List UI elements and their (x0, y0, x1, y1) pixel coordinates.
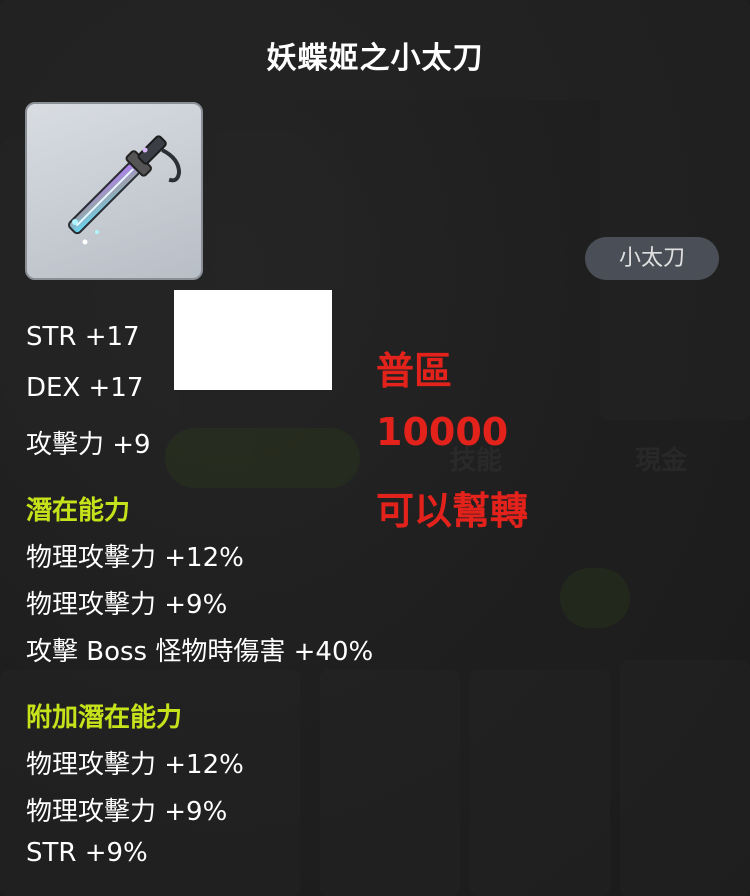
annotation-price: 10000 (376, 410, 509, 454)
potential-line: 攻擊 Boss 怪物時傷害 +40% (26, 637, 374, 667)
bonus-potential-label: 附加潛在能力 (26, 703, 183, 733)
weapon-type-badge: 小太刀 (585, 237, 719, 280)
base-stat-attack: 攻擊力 +9 (26, 430, 151, 460)
redaction-box (174, 290, 332, 390)
item-icon-frame (25, 102, 203, 280)
item-tooltip-screen: 技能 現金 妖蝶姬之小太刀 (0, 0, 750, 896)
sword-icon (67, 135, 182, 245)
annotation-server: 普區 (376, 349, 453, 393)
bonus-potential-line: 物理攻擊力 +12% (26, 750, 244, 780)
potential-line: 物理攻擊力 +12% (26, 543, 244, 573)
base-stat-dex: DEX +17 (26, 373, 144, 403)
bonus-potential-line: STR +9% (26, 838, 148, 868)
item-name: 妖蝶姬之小太刀 (266, 41, 484, 76)
bonus-potential-line: 物理攻擊力 +9% (26, 797, 228, 827)
annotation-note: 可以幫轉 (376, 489, 529, 533)
potential-line: 物理攻擊力 +9% (26, 590, 228, 620)
base-stat-str: STR +17 (26, 322, 140, 352)
potential-label: 潛在能力 (26, 496, 131, 526)
